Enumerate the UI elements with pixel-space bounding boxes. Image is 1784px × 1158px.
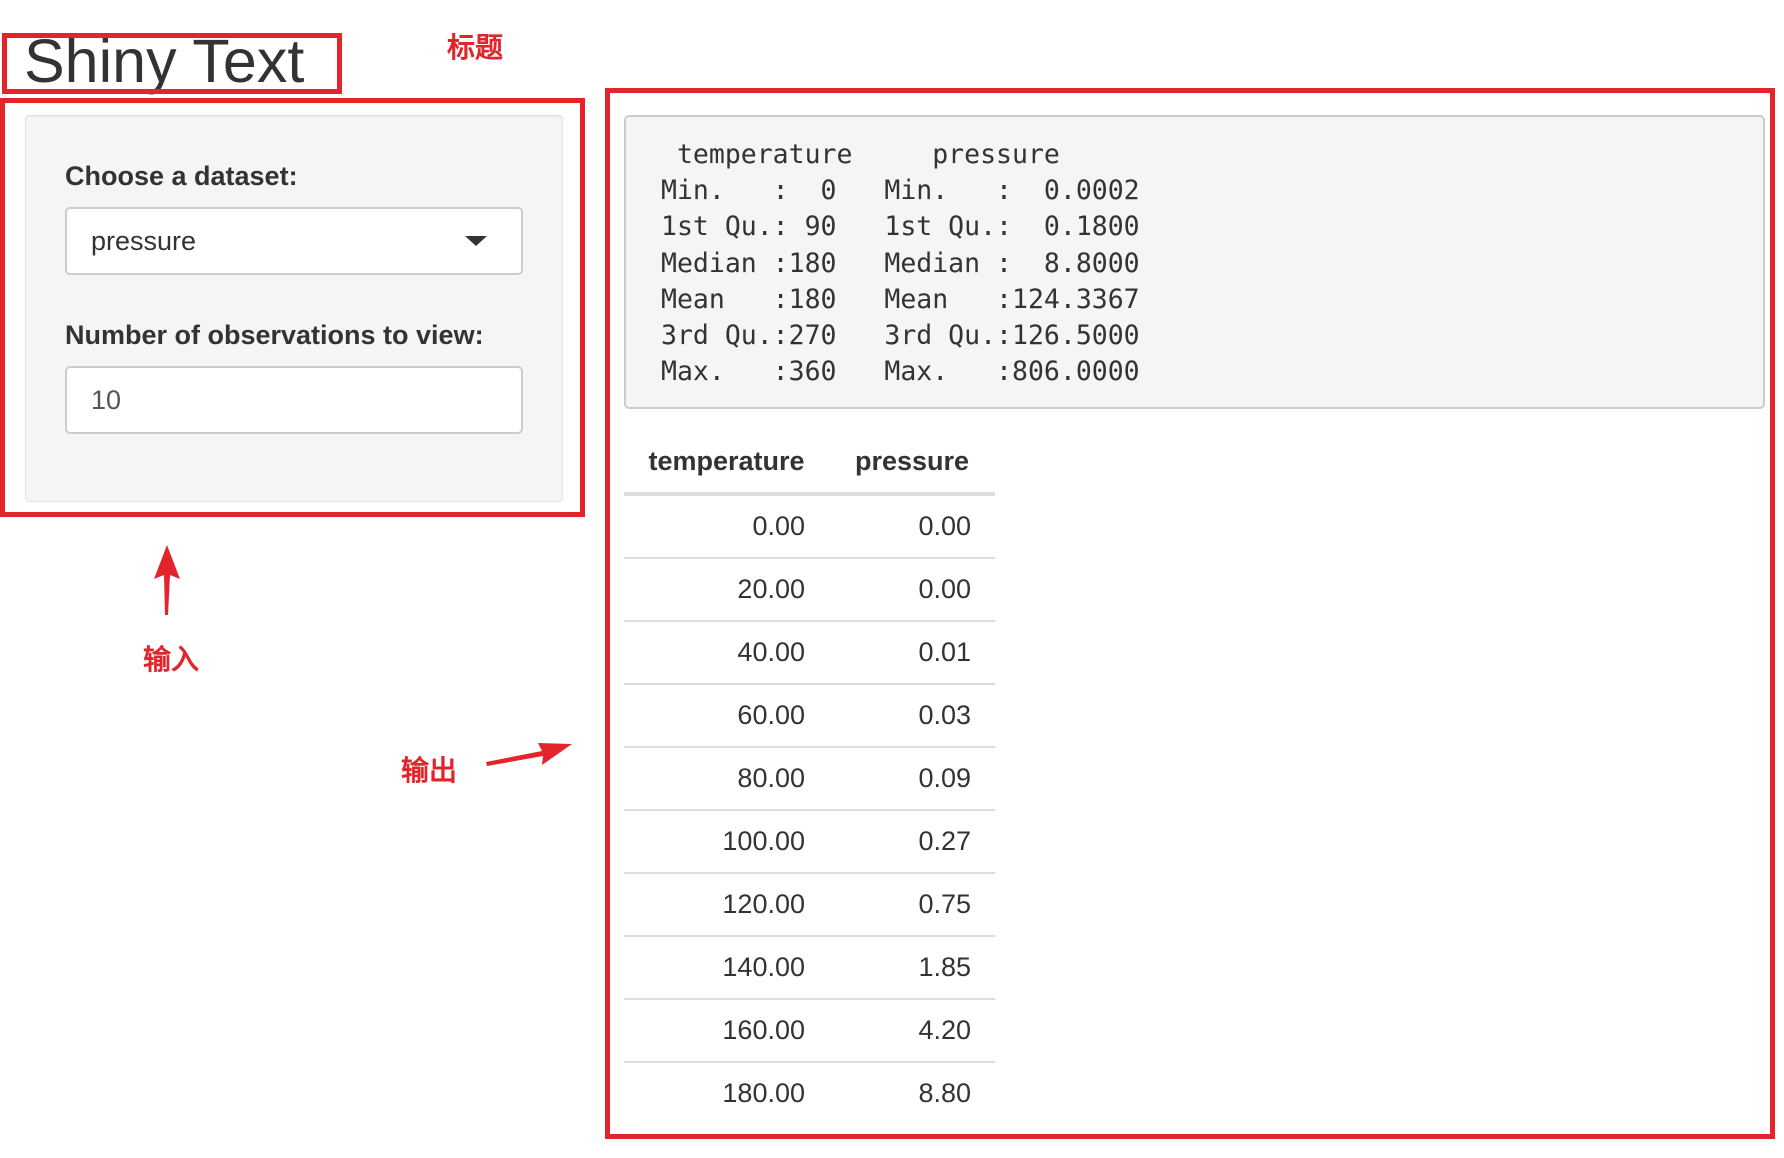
table-row: 40.00 0.01	[624, 621, 995, 685]
annotation-up-arrow-icon	[154, 545, 180, 615]
page-title: Shiny Text	[24, 27, 305, 95]
cell-pressure: 0.03	[829, 684, 995, 748]
cell-temperature: 60.00	[624, 684, 829, 748]
table-row: 100.00 0.27	[624, 810, 995, 874]
cell-temperature: 120.00	[624, 873, 829, 937]
data-table: temperature pressure 0.00 0.00 20.00 0.00 …	[624, 430, 995, 1124]
summary-output: temperature pressure Min. : 0 Min. : 0.00…	[624, 115, 1765, 409]
table-header-row: temperature pressure	[624, 430, 995, 496]
column-header-temperature: temperature	[624, 430, 829, 496]
column-header-pressure: pressure	[829, 430, 995, 496]
observations-label: Number of observations to view:	[65, 320, 484, 350]
cell-temperature: 100.00	[624, 810, 829, 874]
cell-temperature: 0.00	[624, 494, 829, 559]
annotation-right-arrow-icon	[486, 743, 572, 766]
cell-temperature: 40.00	[624, 621, 829, 685]
table-row: 60.00 0.03	[624, 684, 995, 748]
annotation-output-label: 输出	[401, 754, 458, 787]
summary-line: temperature pressure	[661, 139, 1060, 170]
annotation-input-label: 输入	[143, 643, 200, 676]
cell-pressure: 4.20	[829, 999, 995, 1063]
cell-temperature: 180.00	[722, 1078, 805, 1108]
annotation-title-label: 标题	[447, 31, 504, 64]
sidebar-panel: Choose a dataset: pressure Number of obs…	[25, 115, 563, 502]
cell-pressure: 0.75	[829, 873, 995, 937]
cell-temperature: 20.00	[624, 558, 829, 622]
table-row: 180.00 8.80	[624, 1062, 995, 1124]
summary-line: Median :180 Median : 8.8000	[661, 247, 1140, 279]
dataset-label: Choose a dataset:	[65, 161, 298, 191]
observations-input-value: 10	[91, 385, 122, 415]
cell-temperature: 140.00	[624, 936, 829, 1000]
cell-pressure: 0.00	[829, 558, 995, 622]
cell-pressure: 0.09	[829, 747, 995, 811]
cell-pressure: 8.80	[918, 1078, 971, 1108]
observations-input[interactable]: 10	[65, 366, 523, 434]
caret-down-icon	[465, 236, 487, 246]
cell-temperature: 80.00	[624, 747, 829, 811]
summary-line: Max. :360 Max. :806.0000	[661, 356, 1140, 388]
table-row: 80.00 0.09	[624, 747, 995, 811]
cell-temperature: 160.00	[624, 999, 829, 1063]
summary-line: Mean :180 Mean :124.3367	[661, 283, 1140, 315]
table-row: 160.00 4.20	[624, 999, 995, 1063]
cell-pressure: 1.85	[829, 936, 995, 1000]
summary-line: 3rd Qu.:270 3rd Qu.:126.5000	[661, 320, 1140, 352]
summary-line: Min. : 0 Min. : 0.0002	[661, 175, 1140, 207]
summary-line: 1st Qu.: 90 1st Qu.: 0.1800	[661, 211, 1140, 243]
table-row: 140.00 1.85	[624, 936, 995, 1000]
cell-pressure: 0.01	[829, 621, 995, 685]
cell-pressure: 0.00	[829, 494, 995, 559]
dataset-select-value: pressure	[91, 226, 197, 256]
table-row: 120.00 0.75	[624, 873, 995, 937]
table-row: 0.00 0.00	[624, 494, 995, 559]
cell-pressure: 0.27	[829, 810, 995, 874]
dataset-select[interactable]: pressure	[65, 207, 523, 275]
table-row: 20.00 0.00	[624, 558, 995, 622]
